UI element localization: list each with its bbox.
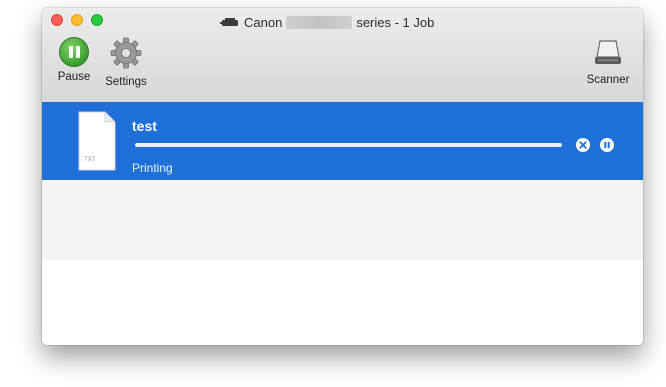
print-job-row[interactable]: TXT test Printing <box>42 102 643 180</box>
document-icon: TXT <box>78 111 116 171</box>
close-icon <box>579 141 587 149</box>
scanner-button[interactable]: Scanner <box>578 37 638 86</box>
gear-icon <box>110 37 142 69</box>
window-title: Canon series - 1 Job <box>220 13 434 31</box>
job-progress-fill <box>135 143 562 147</box>
close-window-button[interactable] <box>51 14 63 26</box>
svg-text:TXT: TXT <box>83 156 96 163</box>
zoom-window-button[interactable] <box>91 14 103 26</box>
pause-label: Pause <box>57 71 91 83</box>
hold-job-button[interactable] <box>600 138 614 152</box>
pause-button[interactable]: Pause <box>52 37 96 83</box>
title-suffix: series - 1 Job <box>356 14 435 30</box>
settings-label: Settings <box>105 76 147 88</box>
minimize-window-button[interactable] <box>71 14 83 26</box>
redacted-model-name <box>286 15 353 29</box>
pause-icon <box>59 37 89 67</box>
job-progress-bar <box>135 143 562 147</box>
empty-list-row <box>42 180 643 260</box>
cancel-job-button[interactable] <box>576 138 590 152</box>
scanner-label: Scanner <box>586 74 630 86</box>
job-status: Printing <box>132 161 173 175</box>
title-toolbar: Canon series - 1 Job Pause Settings Scan… <box>42 8 643 103</box>
settings-button[interactable]: Settings <box>98 37 154 88</box>
title-prefix: Canon <box>244 14 283 30</box>
printer-icon <box>220 18 238 26</box>
empty-list-row <box>42 260 643 345</box>
job-name: test <box>132 118 157 134</box>
print-queue-window: Canon series - 1 Job Pause Settings Scan… <box>42 8 643 345</box>
scanner-icon <box>595 40 621 64</box>
pause-small-icon <box>604 142 610 148</box>
